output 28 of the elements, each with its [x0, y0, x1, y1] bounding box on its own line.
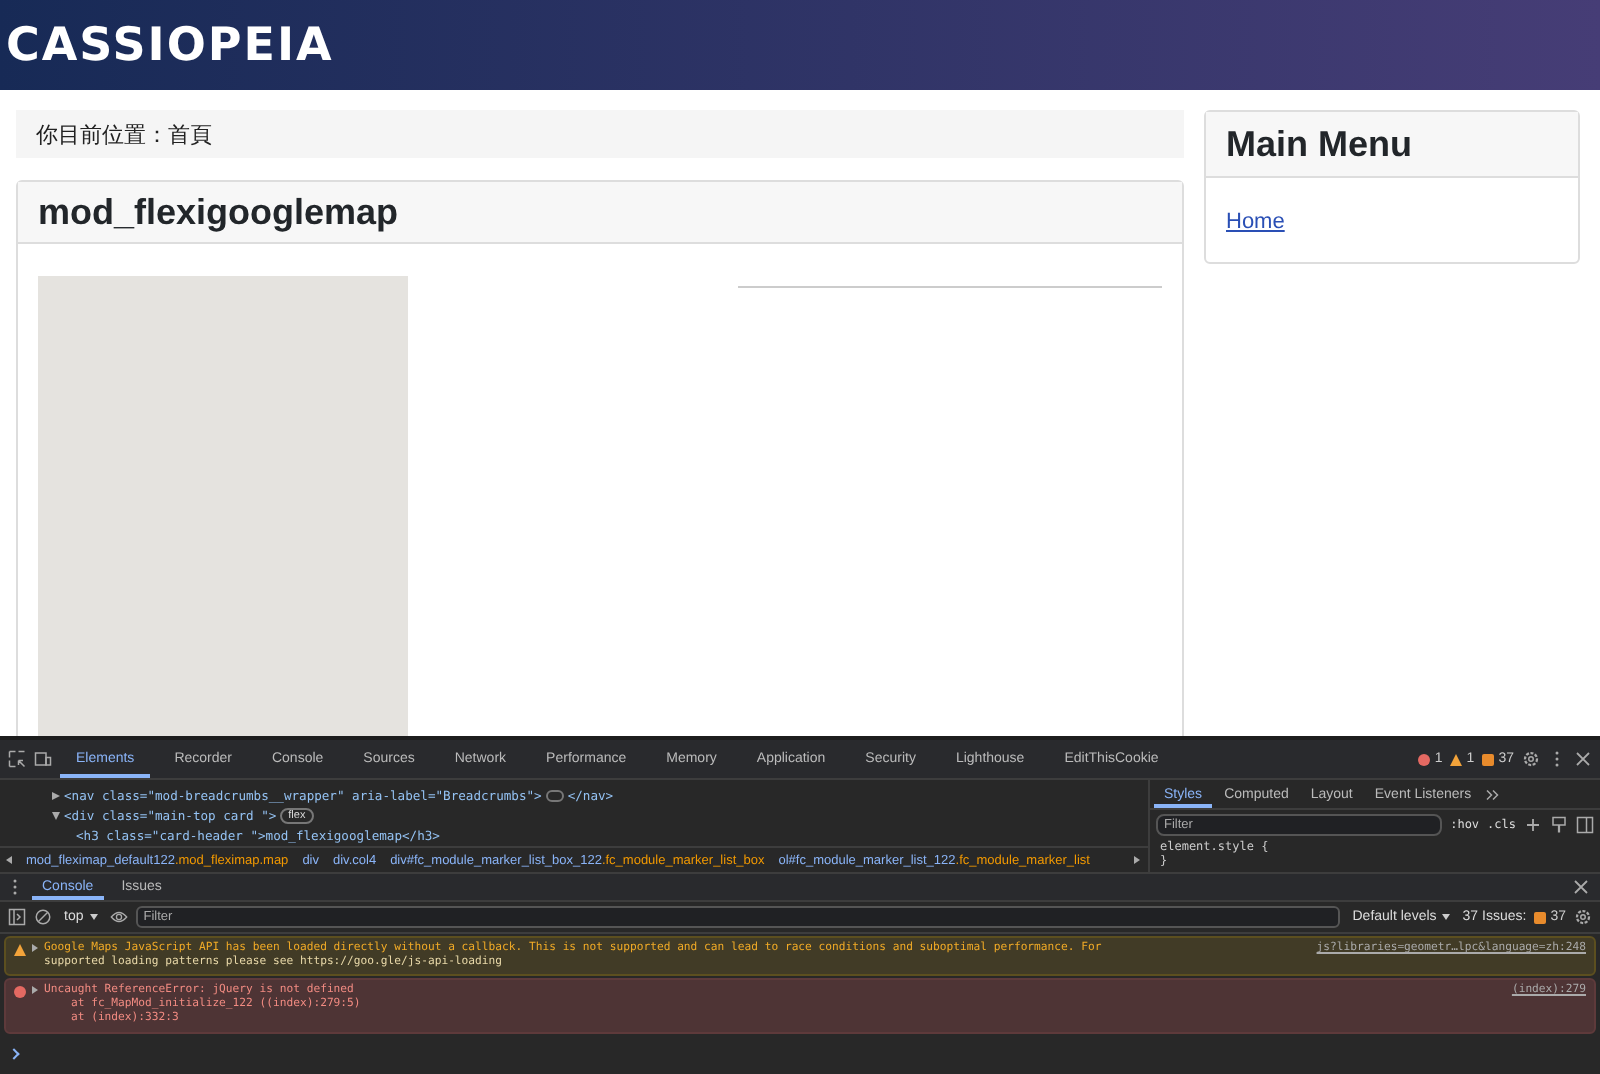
expand-toggle[interactable] [52, 792, 60, 800]
menu-link[interactable]: Home [1226, 210, 1285, 234]
sidebar-title: Main Menu [1226, 122, 1414, 166]
expand-toggle[interactable] [32, 986, 38, 994]
paint-icon[interactable] [1550, 816, 1568, 834]
clear-icon[interactable] [34, 908, 52, 926]
sidebar-icon[interactable] [1576, 816, 1594, 834]
chevron-icon[interactable] [1483, 785, 1502, 803]
prompt-icon[interactable] [8, 1048, 20, 1060]
plus-icon[interactable] [1524, 816, 1542, 834]
card-title: mod_flexigooglemap [38, 190, 401, 234]
site-logo[interactable]: CASSIOPEIA [6, 19, 334, 71]
expand-toggle[interactable] [32, 944, 38, 952]
device-icon[interactable] [34, 750, 52, 768]
settings-icon[interactable] [1522, 750, 1540, 768]
scroll-right-icon[interactable] [1134, 856, 1140, 864]
error-icon [14, 986, 26, 998]
sidebar-icon[interactable] [8, 908, 26, 926]
expand-toggle[interactable] [52, 812, 60, 820]
inspect-icon[interactable] [8, 750, 26, 768]
scroll-left-icon[interactable] [6, 856, 12, 864]
ellipsis-icon[interactable] [545, 790, 564, 802]
settings-icon[interactable] [1574, 908, 1592, 926]
breadcrumb-text: 你目前位置：首頁 [36, 124, 212, 148]
warning-icon [14, 944, 26, 956]
eye-icon[interactable] [109, 908, 128, 926]
close-icon[interactable] [1572, 878, 1590, 896]
close-icon[interactable] [1574, 750, 1592, 768]
